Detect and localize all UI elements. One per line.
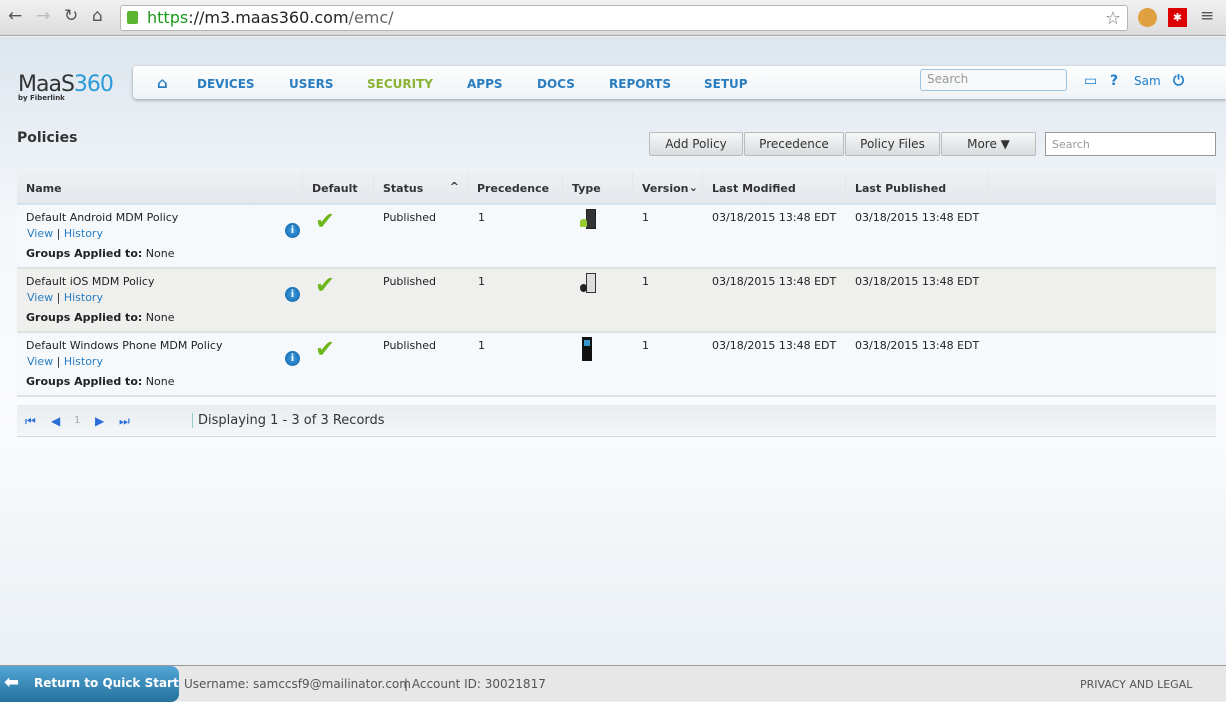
table-row[interactable]: Default Windows Phone MDM Policy View | … [17, 333, 1216, 397]
status: Published [383, 211, 436, 224]
history-link[interactable]: History [64, 291, 103, 304]
view-link[interactable]: View [27, 291, 53, 304]
global-search-input[interactable]: Search [920, 69, 1067, 91]
table-header: Name Default Status ^ Precedence Type Ver… [17, 172, 1216, 205]
table-row[interactable]: Default iOS MDM Policy View | History Gr… [17, 269, 1216, 333]
home-icon[interactable]: ⌂ [92, 6, 103, 26]
view-link[interactable]: View [27, 355, 53, 368]
nav-setup[interactable]: SETUP [704, 77, 748, 91]
groups-value: None [145, 247, 175, 260]
precedence: 1 [478, 339, 485, 352]
sort-asc-icon[interactable]: ^ [450, 180, 459, 193]
forward-icon[interactable]: → [36, 6, 50, 26]
policy-name: Default Android MDM Policy [26, 211, 179, 224]
nav-apps[interactable]: APPS [467, 77, 503, 91]
col-default[interactable]: Default [303, 172, 374, 205]
maas360-logo[interactable]: MaaS360 by Fiberlink [18, 58, 118, 102]
groups-value: None [145, 375, 175, 388]
next-page-icon[interactable]: ▶ [95, 414, 104, 428]
policy-search-input[interactable]: Search [1045, 132, 1216, 156]
arrow-left-icon: ⬅ [4, 672, 20, 693]
last-published: 03/18/2015 13:48 EDT [855, 275, 980, 288]
home-nav-icon[interactable]: ⌂ [157, 74, 168, 92]
menu-icon[interactable]: ≡ [1200, 6, 1214, 26]
info-icon[interactable]: i [285, 223, 300, 238]
footer: ⬅ Return to Quick Start Username: samccsf… [0, 665, 1226, 702]
last-published: 03/18/2015 13:48 EDT [855, 211, 980, 224]
status: Published [383, 275, 436, 288]
add-policy-button[interactable]: Add Policy [649, 132, 743, 156]
prev-page-icon[interactable]: ◀ [51, 414, 60, 428]
back-icon[interactable]: ← [8, 6, 22, 26]
pagination-bar: ⏮ ◀ 1 ▶ ⏭ Displaying 1 - 3 of 3 Records [17, 405, 1216, 437]
col-name[interactable]: Name [17, 172, 303, 205]
version: 1 [642, 275, 649, 288]
groups-value: None [145, 311, 175, 324]
info-icon[interactable]: i [285, 287, 300, 302]
column-menu-icon[interactable]: ⌄ [689, 181, 698, 194]
page-number[interactable]: 1 [74, 415, 80, 426]
col-version[interactable]: Version ⌄ [633, 172, 703, 205]
records-count: Displaying 1 - 3 of 3 Records [192, 413, 385, 428]
last-modified: 03/18/2015 13:48 EDT [712, 339, 837, 352]
view-link[interactable]: View [27, 227, 53, 240]
default-check-icon: ✔ [315, 335, 336, 363]
precedence-button[interactable]: Precedence [744, 132, 844, 156]
feedback-icon[interactable]: ▭ [1084, 73, 1097, 89]
browser-toolbar: ← → ↻ ⌂ https://m3.maas360.com/emc/ ☆ ✱ … [0, 0, 1226, 36]
android-device-icon [580, 209, 596, 231]
nav-security[interactable]: SECURITY [367, 77, 433, 91]
nav-reports[interactable]: REPORTS [609, 77, 671, 91]
policy-name: Default iOS MDM Policy [26, 275, 155, 288]
col-type[interactable]: Type [563, 172, 633, 205]
policy-name: Default Windows Phone MDM Policy [26, 339, 223, 352]
precedence: 1 [478, 275, 485, 288]
help-icon[interactable]: ? [1110, 73, 1118, 89]
lastpass-extension-icon[interactable]: ✱ [1168, 8, 1187, 27]
username-text: Username: samccsf9@mailinator.com [184, 677, 411, 691]
precedence: 1 [478, 211, 485, 224]
default-check-icon: ✔ [315, 271, 336, 299]
nav-devices[interactable]: DEVICES [197, 77, 255, 91]
last-modified: 03/18/2015 13:48 EDT [712, 275, 837, 288]
windows-phone-device-icon [580, 337, 596, 361]
nav-users[interactable]: USERS [289, 77, 333, 91]
first-page-icon[interactable]: ⏮ [25, 414, 36, 429]
last-modified: 03/18/2015 13:48 EDT [712, 211, 837, 224]
version: 1 [642, 211, 649, 224]
history-link[interactable]: History [64, 355, 103, 368]
bookmark-star-icon[interactable]: ☆ [1105, 7, 1121, 31]
col-last-published[interactable]: Last Published [846, 172, 988, 205]
reload-icon[interactable]: ↻ [64, 6, 78, 26]
power-icon[interactable]: ⏻ [1173, 73, 1184, 89]
col-precedence[interactable]: Precedence [468, 172, 563, 205]
version: 1 [642, 339, 649, 352]
info-icon[interactable]: i [285, 351, 300, 366]
lock-icon [127, 11, 138, 24]
user-menu[interactable]: Sam [1134, 74, 1161, 88]
col-last-modified[interactable]: Last Modified [703, 172, 846, 205]
col-status[interactable]: Status ^ [374, 172, 468, 205]
privacy-legal-link[interactable]: PRIVACY AND LEGAL [1080, 678, 1192, 691]
history-link[interactable]: History [64, 227, 103, 240]
ios-device-icon [580, 273, 596, 295]
return-quick-start-button[interactable]: ⬅ Return to Quick Start [0, 666, 179, 702]
default-check-icon: ✔ [315, 207, 336, 235]
nav-docs[interactable]: DOCS [537, 77, 575, 91]
address-bar[interactable]: https://m3.maas360.com/emc/ ☆ [120, 5, 1128, 31]
table-row[interactable]: Default Android MDM Policy View | Histor… [17, 205, 1216, 269]
more-button[interactable]: More ▼ [941, 132, 1036, 156]
last-published: 03/18/2015 13:48 EDT [855, 339, 980, 352]
status: Published [383, 339, 436, 352]
main-nav: ⌂ DEVICES USERS SECURITY APPS DOCS REPOR… [133, 66, 1226, 99]
cookie-extension-icon[interactable] [1138, 8, 1157, 27]
account-id-text: | Account ID: 30021817 [404, 677, 546, 691]
policy-files-button[interactable]: Policy Files [845, 132, 940, 156]
page-title: Policies [17, 130, 78, 146]
last-page-icon[interactable]: ⏭ [119, 414, 130, 429]
